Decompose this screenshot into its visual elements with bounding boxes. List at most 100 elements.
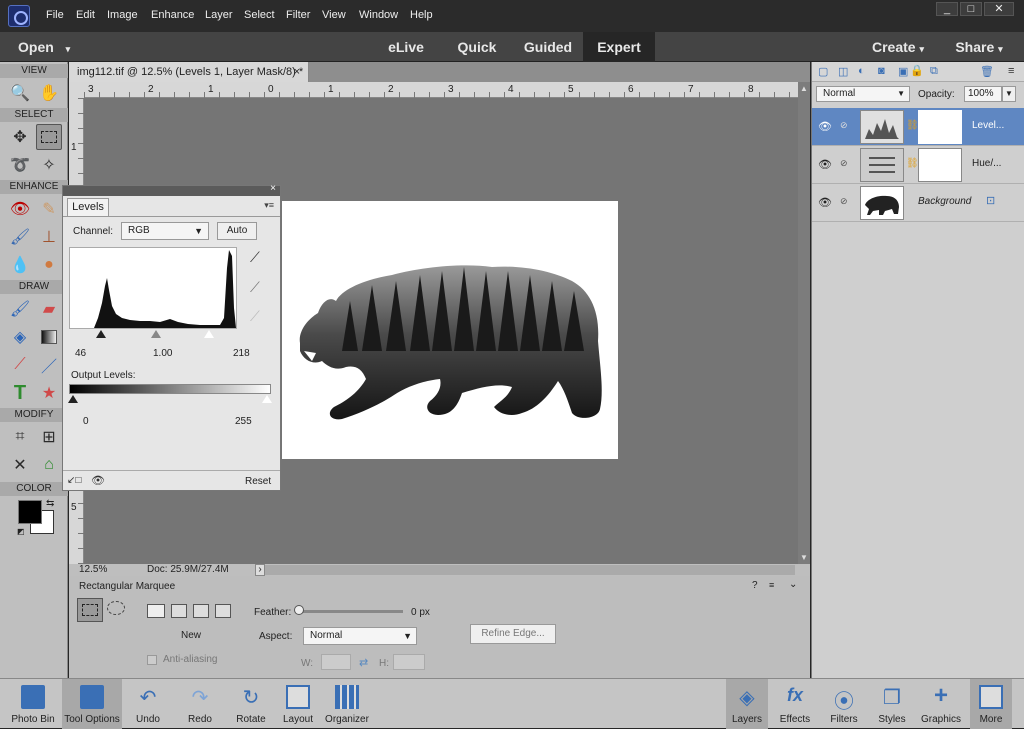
output-white-slider[interactable] bbox=[262, 395, 272, 403]
input-white-slider[interactable] bbox=[204, 330, 214, 338]
antialias-checkbox[interactable] bbox=[147, 655, 157, 665]
layer-mask-thumbnail[interactable] bbox=[918, 110, 962, 144]
styles-button[interactable]: ❐ Styles bbox=[870, 679, 914, 729]
tool-options-button[interactable]: Tool Options bbox=[62, 679, 122, 729]
add-selection-icon[interactable] bbox=[171, 604, 187, 618]
opacity-input[interactable]: 100% bbox=[964, 86, 1002, 102]
menu-enhance[interactable]: Enhance bbox=[151, 9, 194, 21]
lock-all-icon[interactable]: 🔒 bbox=[910, 64, 924, 77]
new-selection-icon[interactable] bbox=[147, 604, 165, 618]
lock-transparent-icon[interactable]: ▣ bbox=[898, 65, 908, 78]
create-button[interactable]: Create ▾ bbox=[866, 32, 930, 62]
adjustment-layer-icon[interactable]: ◐ bbox=[858, 65, 865, 77]
tab-guided[interactable]: Guided bbox=[516, 32, 580, 62]
default-colors-icon[interactable]: ◩ bbox=[17, 527, 25, 536]
visibility-eye-icon[interactable]: 👁 bbox=[91, 474, 105, 487]
scroll-up-icon[interactable]: ▲ bbox=[800, 84, 808, 93]
straighten-tool-icon[interactable]: ⌂ bbox=[36, 452, 62, 478]
rectangular-marquee-tool-icon[interactable] bbox=[36, 124, 62, 150]
content-aware-move-icon[interactable]: ✕ bbox=[7, 452, 33, 478]
help-icon[interactable]: ? bbox=[752, 580, 758, 591]
share-button[interactable]: Share ▾ bbox=[948, 32, 1010, 62]
smart-brush-icon[interactable]: 🖌 bbox=[7, 224, 33, 250]
reset-button[interactable]: Reset bbox=[245, 476, 271, 487]
clip-to-layer-icon[interactable]: ↙□ bbox=[67, 475, 81, 486]
black-point-eyedropper-icon[interactable]: ⟋ bbox=[250, 249, 260, 266]
ellipse-marquee-option[interactable] bbox=[107, 601, 125, 615]
feather-value[interactable]: 0 px bbox=[411, 607, 430, 618]
menu-filter[interactable]: Filter bbox=[286, 9, 310, 21]
close-tab-icon[interactable]: × bbox=[294, 62, 300, 82]
organizer-button[interactable]: Organizer bbox=[322, 679, 372, 729]
blur-tool-icon[interactable]: 💧 bbox=[7, 252, 33, 278]
feather-slider[interactable] bbox=[297, 610, 403, 613]
vertical-scrollbar[interactable]: ▲ ▼ bbox=[798, 82, 810, 564]
opacity-dropdown[interactable]: ▼ bbox=[1002, 86, 1016, 102]
photo-bin-button[interactable]: Photo Bin bbox=[4, 679, 62, 729]
layer-row-levels[interactable]: 👁 ⊘ ⛓ Level... bbox=[812, 108, 1024, 146]
layer-name[interactable]: Hue/... bbox=[972, 158, 1001, 169]
options-menu-icon[interactable]: ≡ bbox=[769, 580, 774, 590]
clone-stamp-icon[interactable]: ⊥ bbox=[36, 224, 62, 250]
eraser-tool-icon[interactable]: ▰ bbox=[36, 296, 62, 322]
chain-link-icon[interactable]: ⛓ bbox=[906, 120, 919, 131]
minimize-button[interactable]: _ bbox=[936, 2, 958, 16]
output-black-value[interactable]: 0 bbox=[83, 416, 89, 427]
panel-menu-icon[interactable]: ▾≡ bbox=[264, 200, 274, 211]
rotate-button[interactable]: ↻ Rotate bbox=[228, 679, 274, 729]
document-tab[interactable]: img112.tif @ 12.5% (Levels 1, Layer Mask… bbox=[69, 62, 309, 82]
menu-window[interactable]: Window bbox=[359, 9, 398, 21]
menu-file[interactable]: File bbox=[46, 9, 64, 21]
layer-row-hue[interactable]: 👁 ⊘ ⛓ Hue/... bbox=[812, 146, 1024, 184]
visibility-eye-icon[interactable]: 👁 bbox=[818, 158, 832, 171]
pencil-tool-icon[interactable]: ／ bbox=[36, 352, 62, 378]
panel-menu-icon[interactable]: ≡ bbox=[1008, 65, 1014, 77]
collapse-icon[interactable]: ⌄ bbox=[789, 579, 797, 590]
subtract-selection-icon[interactable] bbox=[193, 604, 209, 618]
lasso-tool-icon[interactable]: ➰ bbox=[7, 152, 33, 178]
maximize-button[interactable]: □ bbox=[960, 2, 982, 16]
tab-expert[interactable]: Expert bbox=[583, 32, 655, 62]
zoom-level[interactable]: 12.5% bbox=[79, 564, 107, 575]
crop-tool-icon[interactable]: ⌗ bbox=[7, 424, 33, 450]
white-point-eyedropper-icon[interactable]: ⟋ bbox=[250, 308, 260, 325]
close-window-button[interactable]: ✕ bbox=[984, 2, 1014, 16]
new-layer-icon[interactable]: ▢ bbox=[818, 65, 828, 78]
menu-help[interactable]: Help bbox=[410, 9, 433, 21]
link-icon[interactable]: ⧉ bbox=[930, 65, 938, 78]
output-white-value[interactable]: 255 bbox=[235, 416, 252, 427]
layer-row-background[interactable]: 👁 ⊘ Background ⊡ bbox=[812, 184, 1024, 222]
menu-edit[interactable]: Edit bbox=[76, 9, 95, 21]
magic-wand-tool-icon[interactable]: ✧ bbox=[36, 152, 62, 178]
effects-button[interactable]: fx Effects bbox=[774, 679, 816, 729]
new-group-icon[interactable]: ◫ bbox=[838, 65, 848, 78]
brush-tool-icon[interactable]: 🖌 bbox=[7, 296, 33, 322]
chain-link-icon[interactable]: ⛓ bbox=[906, 158, 919, 169]
document-image[interactable] bbox=[282, 201, 618, 459]
redo-button[interactable]: ↷ Redo bbox=[178, 679, 222, 729]
link-icon[interactable]: ⊘ bbox=[840, 158, 848, 169]
input-black-slider[interactable] bbox=[96, 330, 106, 338]
visibility-eye-icon[interactable]: 👁 bbox=[818, 196, 832, 209]
red-eye-tool-icon[interactable]: 👁 bbox=[7, 196, 33, 222]
close-icon[interactable]: × bbox=[270, 183, 276, 194]
levels-titlebar[interactable]: × bbox=[63, 183, 280, 196]
open-button[interactable]: Open ▾ bbox=[18, 32, 88, 62]
layout-button[interactable]: Layout bbox=[276, 679, 320, 729]
layer-name[interactable]: Background bbox=[918, 196, 971, 207]
refine-edge-button[interactable]: Refine Edge... bbox=[470, 624, 556, 644]
input-white-value[interactable]: 218 bbox=[233, 348, 250, 359]
shape-tool-icon[interactable]: ★ bbox=[36, 380, 62, 406]
menu-select[interactable]: Select bbox=[244, 9, 275, 21]
menu-layer[interactable]: Layer bbox=[205, 9, 233, 21]
tab-quick[interactable]: Quick bbox=[452, 32, 502, 62]
layers-button[interactable]: ◈ Layers bbox=[726, 679, 768, 729]
layer-name[interactable]: Level... bbox=[972, 120, 1004, 131]
visibility-eye-icon[interactable]: 👁 bbox=[818, 120, 832, 133]
zoom-tool-icon[interactable]: 🔍 bbox=[7, 80, 33, 106]
blend-mode-select[interactable]: Normal ▼ bbox=[816, 86, 910, 102]
type-tool-icon[interactable]: T bbox=[7, 380, 33, 406]
input-gamma-value[interactable]: 1.00 bbox=[153, 348, 172, 359]
levels-tab[interactable]: Levels bbox=[67, 198, 109, 216]
undo-button[interactable]: ↶ Undo bbox=[126, 679, 170, 729]
